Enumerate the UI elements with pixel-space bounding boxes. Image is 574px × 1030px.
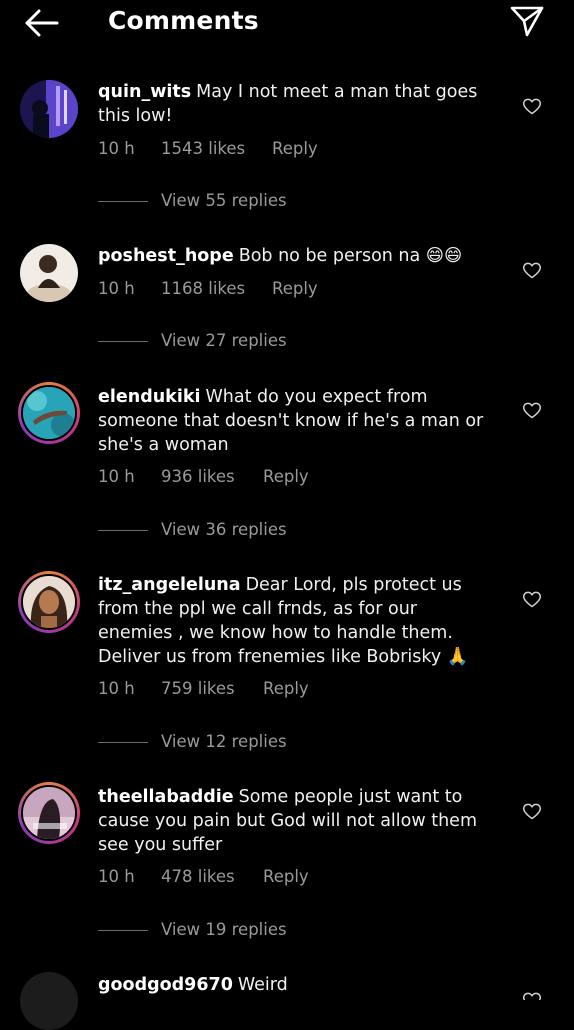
heart-icon [522, 402, 542, 424]
comment-username[interactable]: quin_wits [98, 82, 191, 102]
avatar[interactable] [20, 972, 78, 1030]
reply-button[interactable]: Reply [263, 679, 309, 698]
comment-likes[interactable]: 936 likes [161, 467, 235, 486]
reply-button[interactable]: Reply [263, 867, 309, 886]
like-button[interactable] [522, 260, 542, 280]
comment-username[interactable]: itz_angeleluna [98, 575, 241, 595]
back-button[interactable] [22, 8, 62, 42]
comment-text: theellabaddie Some people just want to ca… [98, 785, 493, 857]
avatar[interactable] [18, 782, 80, 844]
avatar[interactable] [18, 382, 80, 444]
comment-likes[interactable]: 1543 likes [161, 139, 245, 158]
comment-text: elendukiki What do you expect from someon… [98, 385, 493, 457]
like-button[interactable] [522, 990, 542, 1000]
replies-divider [98, 930, 148, 931]
like-button[interactable] [522, 96, 542, 116]
comment-text: poshest_hope Bob no be person na 😄😄 [98, 244, 493, 268]
comment-time: 10 h [98, 867, 135, 886]
comment-text: quin_wits May I not meet a man that goes … [98, 80, 493, 128]
reply-button[interactable]: Reply [272, 139, 318, 158]
avatar[interactable] [20, 244, 78, 302]
heart-icon [522, 262, 542, 284]
comment-likes[interactable]: 478 likes [161, 867, 235, 886]
view-replies-label: View 27 replies [161, 331, 287, 350]
like-button[interactable] [522, 400, 542, 420]
comment-likes[interactable]: 759 likes [161, 679, 235, 698]
replies-divider [98, 530, 148, 531]
heart-icon [522, 992, 542, 1000]
replies-divider [98, 742, 148, 743]
avatar[interactable] [20, 80, 78, 138]
comment-time: 10 h [98, 139, 135, 158]
share-button[interactable] [508, 6, 546, 40]
comment-time: 10 h [98, 679, 135, 698]
view-replies-label: View 55 replies [161, 191, 287, 210]
view-replies-label: View 19 replies [161, 920, 287, 939]
like-button[interactable] [522, 801, 542, 821]
comment-time: 10 h [98, 279, 135, 298]
comment-text: itz_angeleluna Dear Lord, pls protect us … [98, 573, 493, 669]
page-title: Comments [108, 6, 259, 35]
view-replies-label: View 12 replies [161, 732, 287, 751]
comment-time: 10 h [98, 467, 135, 486]
top-bar: Comments [0, 0, 574, 50]
replies-divider [98, 341, 148, 342]
avatar[interactable] [18, 571, 80, 633]
comment-username[interactable]: theellabaddie [98, 787, 234, 807]
heart-icon [522, 591, 542, 613]
heart-icon [522, 803, 542, 825]
comment-likes[interactable]: 1168 likes [161, 279, 245, 298]
heart-icon [522, 98, 542, 120]
comment-body: Bob no be person na 😄😄 [238, 246, 463, 266]
reply-button[interactable]: Reply [263, 467, 309, 486]
comment-username[interactable]: elendukiki [98, 387, 200, 407]
comment-username[interactable]: goodgod9670 [98, 975, 233, 995]
replies-divider [98, 201, 148, 202]
arrow-left-icon [24, 8, 60, 42]
comment-body: Weird [237, 975, 288, 995]
paper-plane-icon [510, 5, 544, 41]
reply-button[interactable]: Reply [272, 279, 318, 298]
comment-text: goodgod9670 Weird [98, 973, 493, 997]
comment-username[interactable]: poshest_hope [98, 246, 234, 266]
view-replies-label: View 36 replies [161, 520, 287, 539]
like-button[interactable] [522, 589, 542, 609]
